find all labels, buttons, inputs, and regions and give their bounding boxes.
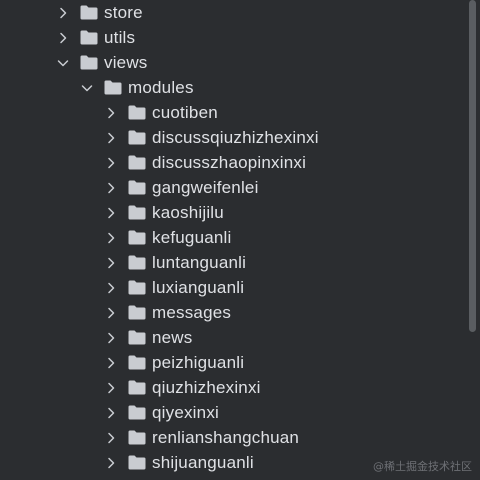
tree-item-label: shijuanguanli: [152, 453, 254, 472]
chevron-right-icon[interactable]: [104, 131, 118, 145]
chevron-right-icon[interactable]: [104, 406, 118, 420]
tree-item-label: kefuguanli: [152, 228, 232, 247]
folder-icon: [128, 230, 146, 245]
tree-item-label: luntanguanli: [152, 253, 247, 272]
chevron-right-icon[interactable]: [104, 256, 118, 270]
tree-item-kaoshijilu[interactable]: kaoshijilu: [0, 200, 480, 225]
chevron-right-icon[interactable]: [104, 431, 118, 445]
chevron-right-icon[interactable]: [104, 331, 118, 345]
folder-icon: [128, 430, 146, 445]
chevron-right-icon[interactable]: [104, 206, 118, 220]
tree-item-label: store: [104, 3, 143, 22]
folder-icon: [128, 155, 146, 170]
folder-icon: [128, 455, 146, 470]
tree-item-news[interactable]: news: [0, 325, 480, 350]
folder-icon: [128, 380, 146, 395]
chevron-right-icon[interactable]: [56, 31, 70, 45]
chevron-down-icon[interactable]: [56, 56, 70, 70]
tree-item-utils[interactable]: utils: [0, 25, 480, 50]
folder-icon: [128, 255, 146, 270]
chevron-right-icon[interactable]: [104, 281, 118, 295]
chevron-right-icon[interactable]: [104, 156, 118, 170]
folder-icon: [128, 180, 146, 195]
tree-item-label: views: [104, 53, 148, 72]
chevron-right-icon[interactable]: [104, 356, 118, 370]
tree-item-renlianshangchuan[interactable]: renlianshangchuan: [0, 425, 480, 450]
tree-item-kefuguanli[interactable]: kefuguanli: [0, 225, 480, 250]
tree-item-gangweifenlei[interactable]: gangweifenlei: [0, 175, 480, 200]
folder-icon: [104, 80, 122, 95]
folder-icon: [128, 355, 146, 370]
tree-item-shijuanguanli[interactable]: shijuanguanli: [0, 450, 480, 475]
folder-icon: [80, 30, 98, 45]
tree-item-peizhiguanli[interactable]: peizhiguanli: [0, 350, 480, 375]
tree-item-label: kaoshijilu: [152, 203, 224, 222]
tree-item-label: utils: [104, 28, 136, 47]
tree-item-label: modules: [128, 78, 194, 97]
folder-icon: [128, 130, 146, 145]
tree-item-store[interactable]: store: [0, 0, 480, 25]
tree-item-modules[interactable]: modules: [0, 75, 480, 100]
tree-item-cuotiben[interactable]: cuotiben: [0, 100, 480, 125]
folder-icon: [128, 280, 146, 295]
tree-item-luntanguanli[interactable]: luntanguanli: [0, 250, 480, 275]
folder-icon: [128, 105, 146, 120]
folder-icon: [128, 405, 146, 420]
tree-item-label: gangweifenlei: [152, 178, 259, 197]
tree-item-messages[interactable]: messages: [0, 300, 480, 325]
tree-item-label: qiuzhizhexinxi: [152, 378, 261, 397]
tree-item-label: news: [152, 328, 193, 347]
chevron-right-icon[interactable]: [104, 456, 118, 470]
folder-icon: [80, 55, 98, 70]
tree-item-label: qiyexinxi: [152, 403, 219, 422]
tree-item-label: renlianshangchuan: [152, 428, 300, 447]
chevron-down-icon[interactable]: [80, 81, 94, 95]
chevron-right-icon[interactable]: [104, 381, 118, 395]
chevron-right-icon[interactable]: [104, 306, 118, 320]
tree-item-label: messages: [152, 303, 232, 322]
chevron-right-icon[interactable]: [104, 231, 118, 245]
tree-item-qiyexinxi[interactable]: qiyexinxi: [0, 400, 480, 425]
folder-icon: [128, 330, 146, 345]
folder-icon: [128, 305, 146, 320]
tree-item-discussqiuzhizhexinxi[interactable]: discussqiuzhizhexinxi: [0, 125, 480, 150]
chevron-right-icon[interactable]: [104, 181, 118, 195]
tree-item-label: cuotiben: [152, 103, 218, 122]
chevron-right-icon[interactable]: [104, 106, 118, 120]
folder-icon: [128, 205, 146, 220]
tree-item-label: discusszhaopinxinxi: [152, 153, 307, 172]
tree-item-qiuzhizhexinxi[interactable]: qiuzhizhexinxi: [0, 375, 480, 400]
tree-item-discusszhaopinxinxi[interactable]: discusszhaopinxinxi: [0, 150, 480, 175]
folder-icon: [80, 5, 98, 20]
tree-item-label: peizhiguanli: [152, 353, 245, 372]
tree-item-label: discussqiuzhizhexinxi: [152, 128, 319, 147]
chevron-right-icon[interactable]: [56, 6, 70, 20]
tree-item-views[interactable]: views: [0, 50, 480, 75]
project-tree: @稀土掘金技术社区 store utils views modules cuotiben…: [0, 0, 480, 480]
tree-item-luxianguanli[interactable]: luxianguanli: [0, 275, 480, 300]
tree-item-label: luxianguanli: [152, 278, 245, 297]
